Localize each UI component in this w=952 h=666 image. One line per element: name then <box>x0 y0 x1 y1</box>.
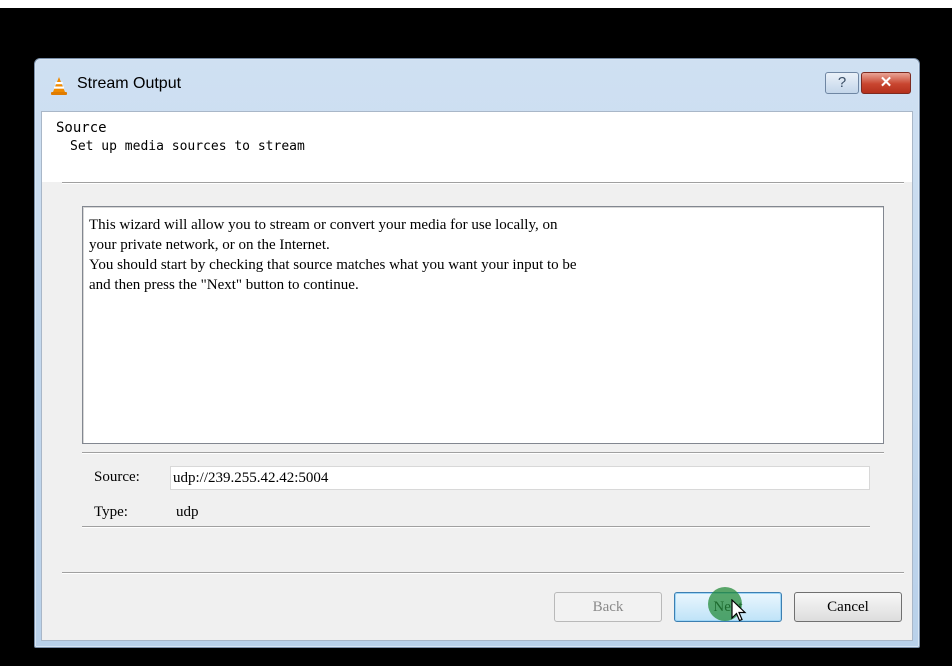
source-label: Source: <box>94 469 140 485</box>
help-button[interactable]: ? <box>825 72 859 94</box>
intro-line: This wizard will allow you to stream or … <box>89 217 558 233</box>
close-button[interactable]: ✕ <box>861 72 911 94</box>
window-title: Stream Output <box>77 75 182 92</box>
intro-line: your private network, or on the Internet… <box>89 237 330 253</box>
source-group-bottom-divider <box>82 526 870 528</box>
next-button[interactable]: Next <box>674 592 782 622</box>
screen-edge <box>0 0 952 8</box>
stream-output-dialog: Stream Output ? ✕ Source Set up media so… <box>34 58 920 648</box>
source-input[interactable] <box>170 466 870 490</box>
type-label: Type: <box>94 504 128 520</box>
page-subtitle: Set up media sources to stream <box>70 139 305 154</box>
intro-line: You should start by checking that source… <box>89 257 577 273</box>
wizard-header: Source Set up media sources to stream <box>42 112 912 182</box>
cancel-button[interactable]: Cancel <box>794 592 902 622</box>
page-title: Source <box>56 120 107 136</box>
intro-text-box[interactable]: This wizard will allow you to stream or … <box>82 206 884 444</box>
vlc-cone-icon <box>51 77 67 95</box>
dialog-body: Source Set up media sources to stream Th… <box>41 111 913 641</box>
back-button[interactable]: Back <box>554 592 662 622</box>
header-divider <box>62 182 904 184</box>
type-value: udp <box>176 504 199 520</box>
close-icon: ✕ <box>879 74 893 91</box>
source-group-top-divider <box>82 452 884 454</box>
help-icon: ? <box>837 74 847 91</box>
footer-divider <box>62 572 904 574</box>
intro-line: and then press the "Next" button to cont… <box>89 277 359 293</box>
title-bar[interactable]: Stream Output ? ✕ <box>35 59 919 111</box>
